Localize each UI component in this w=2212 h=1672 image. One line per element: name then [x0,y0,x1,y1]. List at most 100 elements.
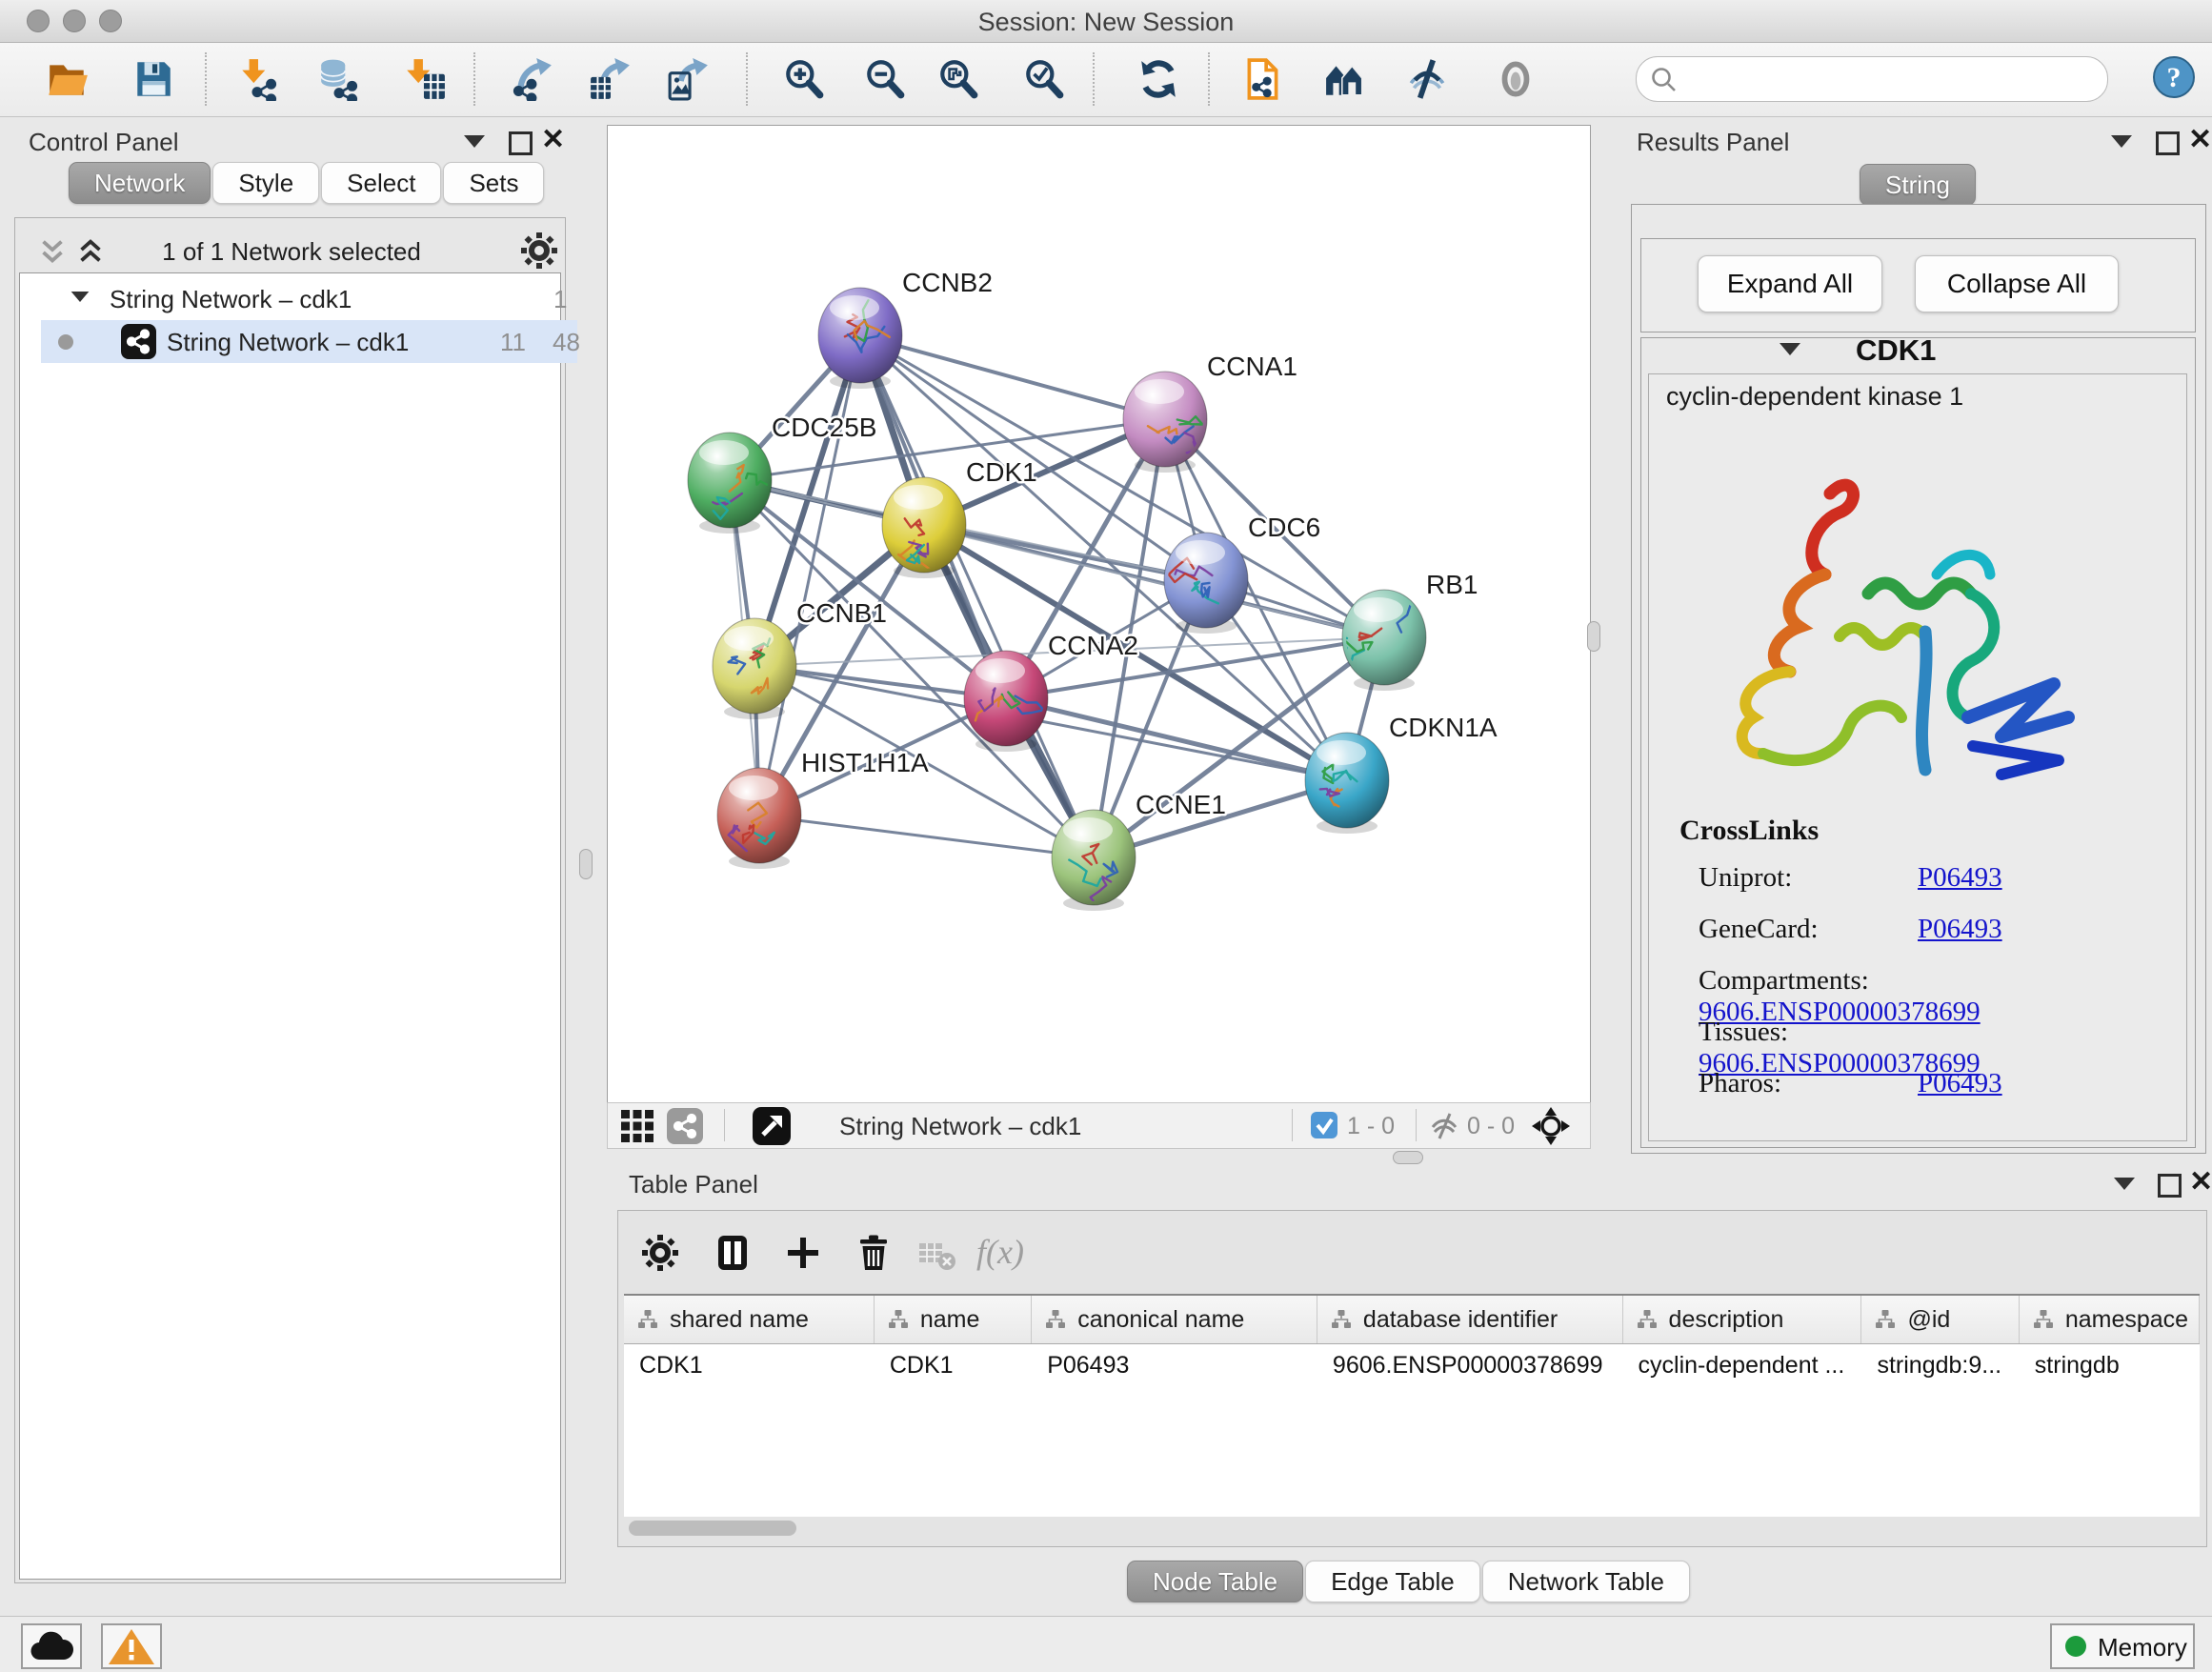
tab-edge-table[interactable]: Edge Table [1305,1561,1480,1602]
export-image-icon[interactable] [667,57,711,101]
zoom-fit-icon[interactable] [936,57,980,101]
column-header-database-identifier[interactable]: database identifier [1317,1296,1623,1343]
network-row[interactable]: String Network – cdk1 11 48 [41,320,577,363]
zoom-out-icon[interactable] [863,57,907,101]
crosslink-link[interactable]: P06493 [1918,1068,2002,1098]
import-table-from-file-icon[interactable] [403,57,447,101]
apply-preferred-layout-icon[interactable] [1136,57,1180,101]
collapse-all-button[interactable]: Collapse All [1915,255,2119,312]
splitter-handle[interactable] [1587,621,1600,652]
graph-node-CCNB2[interactable]: CCNB2 [818,268,993,389]
export-table-icon[interactable] [589,57,633,101]
delete-column-trash-icon[interactable] [853,1232,895,1274]
graphics-details-icon[interactable] [1494,57,1538,101]
collection-expand-icon[interactable] [71,292,90,302]
column-header-namespace[interactable]: namespace [2020,1296,2200,1343]
table-options-gear-icon[interactable] [639,1232,681,1274]
crosslink-link[interactable]: P06493 [1918,862,2002,893]
network-options-gear-icon[interactable] [518,230,560,272]
tab-style[interactable]: Style [212,162,319,204]
window-title: Session: New Session [0,8,2212,37]
zoom-selected-icon[interactable] [1022,57,1066,101]
table-panel-close-icon[interactable]: ✕ [2189,1170,2212,1195]
graph-node-HIST1H1A[interactable]: HIST1H1A [717,748,929,869]
results-panel-menu-icon[interactable] [2111,135,2132,148]
column-header-label: database identifier [1363,1306,1558,1334]
control-panel-menu-icon[interactable] [464,135,485,148]
results-panel-tabs: String [1860,164,1978,206]
hide-graphics-details-icon[interactable] [1405,57,1449,101]
table-row[interactable]: CDK1CDK1P064939606.ENSP00000378699cyclin… [624,1344,2200,1388]
network-annotations-icon[interactable] [1241,57,1285,101]
expand-all-networks-icon[interactable] [74,235,107,268]
save-session-icon[interactable] [131,57,175,101]
control-panel-close-icon[interactable]: ✕ [541,128,565,152]
cell--id[interactable]: stringdb:9... [1861,1344,2019,1388]
network-view-type-icon[interactable] [667,1108,703,1144]
table-panel-float-icon[interactable] [2158,1174,2182,1198]
results-panel-float-icon[interactable] [2156,131,2180,155]
search-input[interactable] [1686,61,2090,97]
collapse-all-networks-icon[interactable] [36,235,69,268]
table-panel-menu-icon[interactable] [2114,1178,2135,1190]
crosslink-link[interactable]: P06493 [1918,914,2002,944]
network-collection-row[interactable]: String Network – cdk1 1 [41,277,577,320]
cell-shared-name[interactable]: CDK1 [624,1344,875,1388]
cell-namespace[interactable]: stringdb [2020,1344,2200,1388]
table-panel-tabs: Node TableEdge TableNetwork Table [1127,1561,1692,1602]
column-header-name[interactable]: name [875,1296,1032,1343]
results-panel-close-icon[interactable]: ✕ [2188,128,2212,152]
search-networks-icon[interactable] [1324,57,1368,101]
graph-edge[interactable] [759,816,1094,857]
add-column-icon[interactable] [782,1232,824,1274]
show-columns-icon[interactable] [712,1232,754,1274]
horizontal-scrollbar[interactable] [629,1521,796,1536]
splitter-handle[interactable] [1393,1151,1423,1164]
help-icon[interactable]: ? [2151,54,2197,100]
warning-status-button[interactable] [101,1623,162,1669]
tab-select[interactable]: Select [321,162,441,204]
network-view-toolbar: String Network – cdk1 1 - 0 0 - 0 [607,1102,1591,1149]
graph-node-RB1[interactable]: RB1 [1336,570,1478,691]
import-network-from-file-icon[interactable] [236,57,280,101]
tab-node-table[interactable]: Node Table [1127,1561,1303,1602]
tab-string[interactable]: String [1860,164,1976,206]
graph-node-CCNA1[interactable]: CCNA1 [1123,352,1297,473]
graph-node-CDKN1A[interactable]: CDKN1A [1305,713,1498,834]
cell-name[interactable]: CDK1 [875,1344,1032,1388]
graph-node-CCNE1[interactable]: CCNE1 [1052,790,1226,911]
column-header-description[interactable]: description [1623,1296,1862,1343]
birds-eye-view-icon[interactable] [621,1110,654,1142]
import-network-from-database-icon[interactable] [317,57,361,101]
selected-checkbox-icon[interactable] [1311,1112,1337,1138]
open-file-icon[interactable] [46,57,90,101]
cell-database-identifier[interactable]: 9606.ENSP00000378699 [1317,1344,1623,1388]
column-header-canonical-name[interactable]: canonical name [1032,1296,1317,1343]
graph-edge[interactable] [860,335,1094,857]
tab-sets[interactable]: Sets [443,162,544,204]
fit-content-crosshair-icon[interactable] [1530,1105,1572,1147]
export-network-icon[interactable] [511,57,554,101]
cloud-status-button[interactable] [21,1623,82,1669]
expand-all-button[interactable]: Expand All [1698,255,1882,312]
window-titlebar: Session: New Session [0,0,2212,43]
graph-node-CCNB1[interactable]: CCNB1 [713,598,887,719]
gene-collapse-icon[interactable] [1780,343,1800,355]
cell-canonical-name[interactable]: P06493 [1032,1344,1317,1388]
graph-edge[interactable] [759,335,860,816]
graph-edge[interactable] [1006,698,1347,780]
node-table: shared namenamecanonical name database id… [624,1294,2200,1517]
zoom-in-icon[interactable] [782,57,826,101]
column-header-shared-name[interactable]: shared name [624,1296,875,1343]
memory-button[interactable]: Memory [2050,1623,2195,1669]
crosslink-row: GeneCard:P06493 [1699,914,2175,965]
splitter-handle[interactable] [579,849,593,879]
detach-view-icon[interactable] [753,1107,791,1145]
control-panel-float-icon[interactable] [509,131,533,155]
network-canvas[interactable]: CCNB2CCNA1CDC25BCDK1CDC6RB1CCNB1CCNA2CDK… [607,125,1591,1103]
cell-description[interactable]: cyclin-dependent ... [1623,1344,1862,1388]
tab-network-table[interactable]: Network Table [1482,1561,1690,1602]
tab-network[interactable]: Network [69,162,211,204]
search-field[interactable] [1636,56,2108,102]
column-header--id[interactable]: @id [1861,1296,2019,1343]
